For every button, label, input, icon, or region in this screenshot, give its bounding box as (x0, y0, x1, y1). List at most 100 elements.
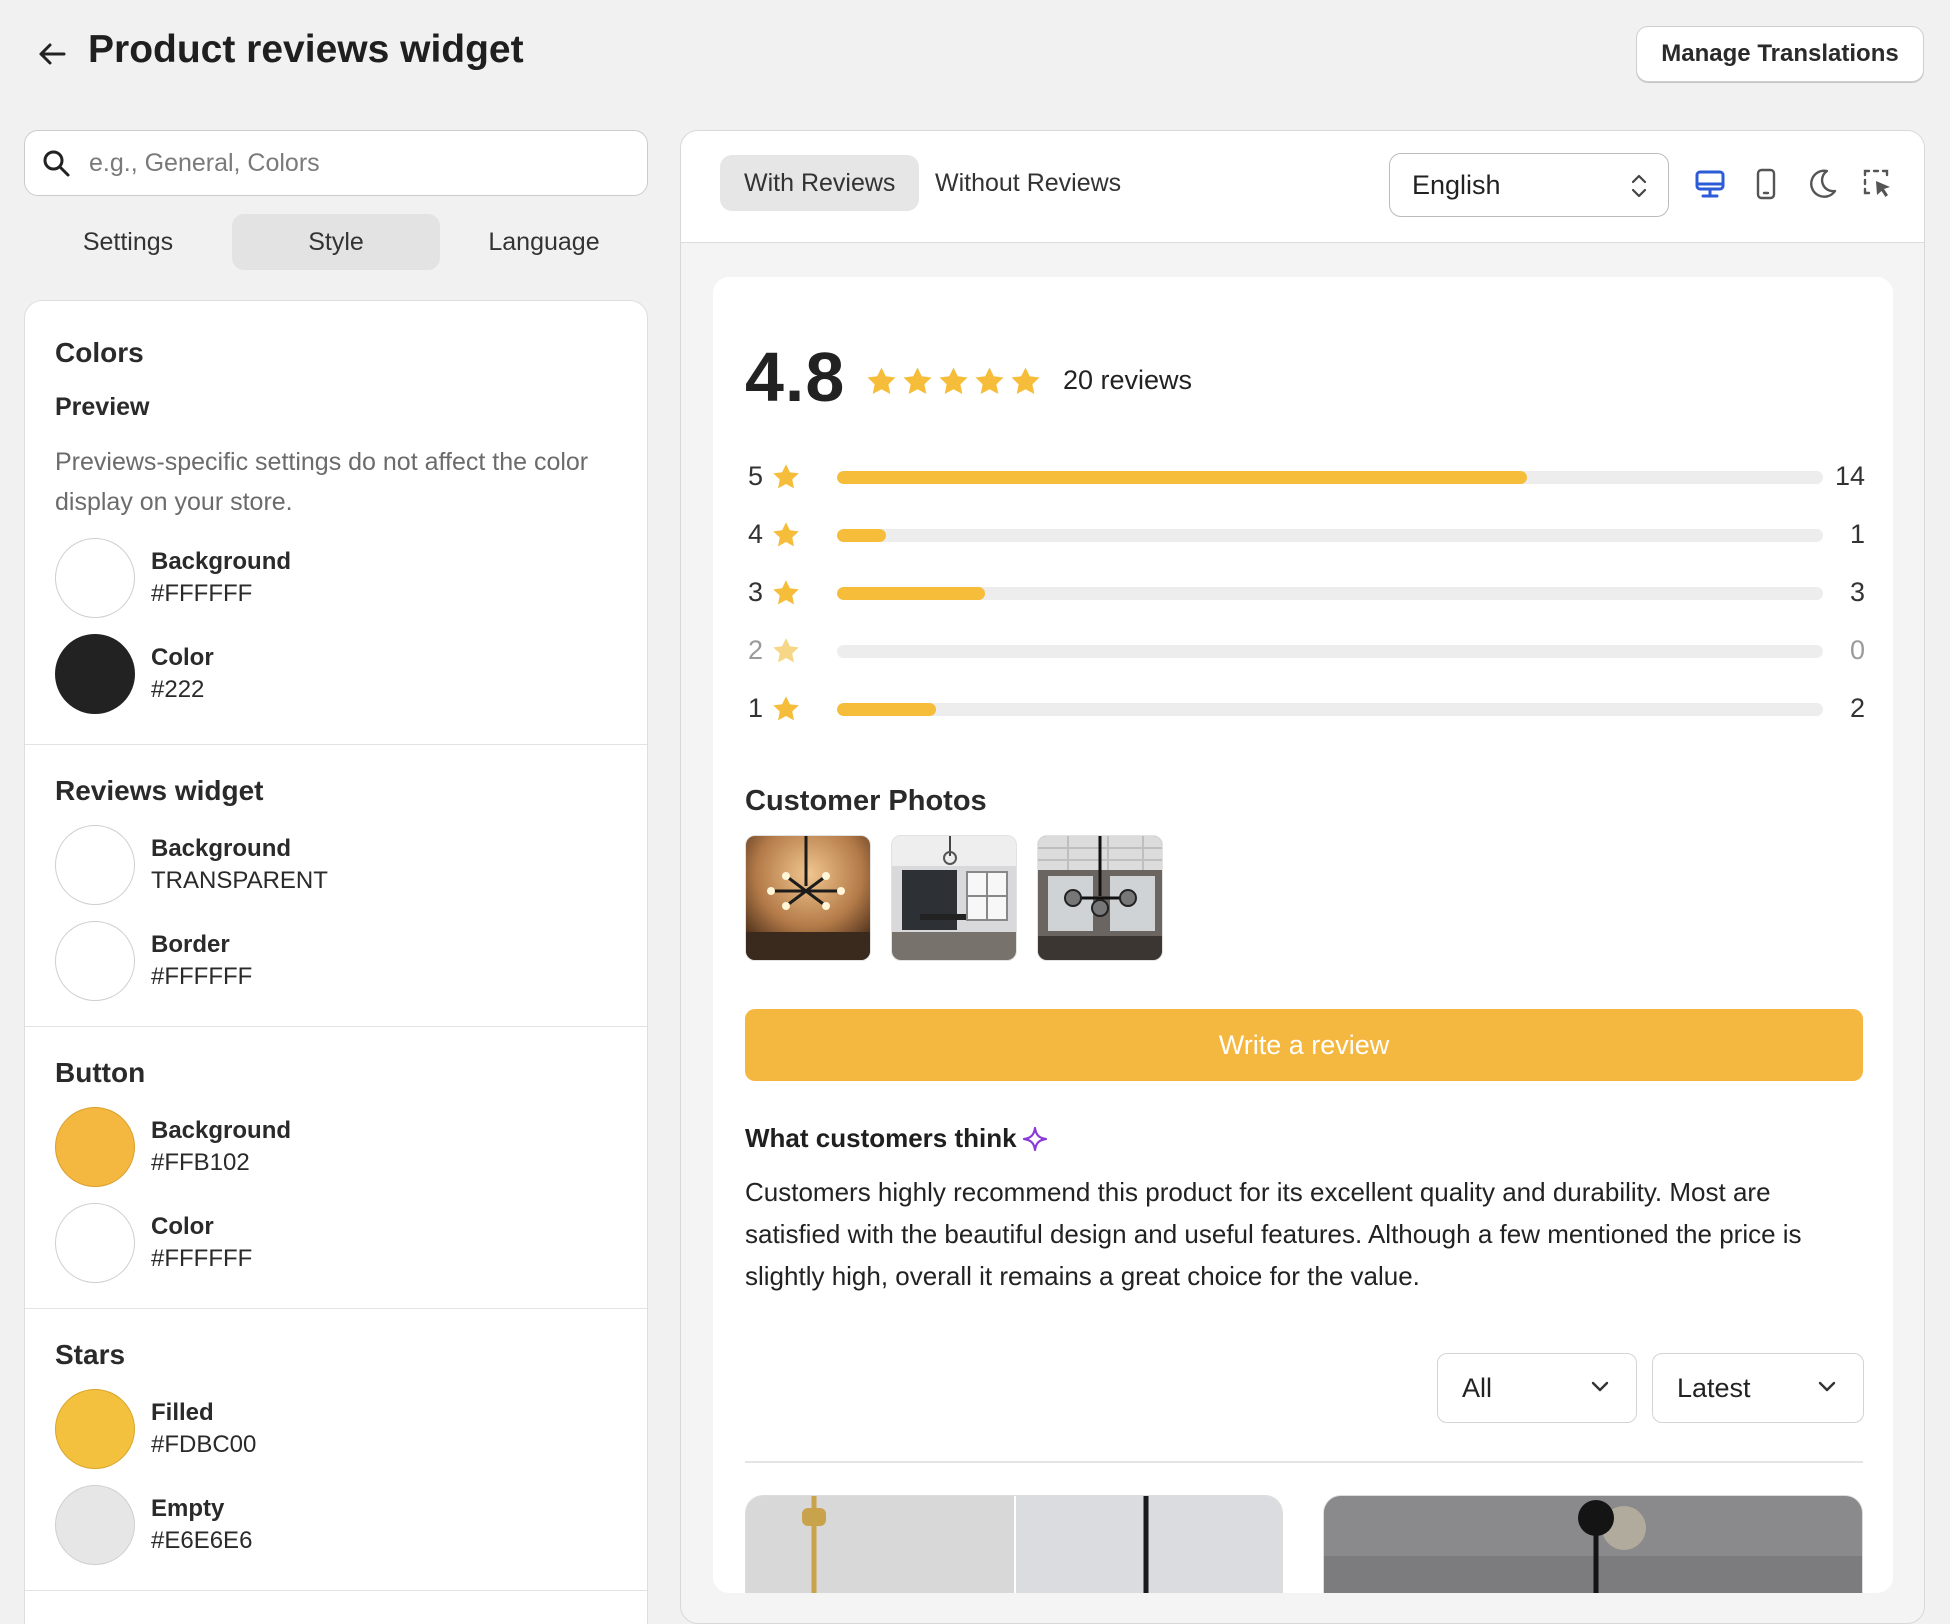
rating-count-label: 1 (1849, 519, 1865, 549)
widget-border-row[interactable]: Border #FFFFFF (55, 913, 617, 1009)
preview-subtitle: Preview (55, 393, 150, 421)
chevron-down-icon (1591, 1381, 1609, 1392)
rating-distribution-row[interactable]: 33 (745, 573, 1865, 613)
rating-distribution-row[interactable]: 20 (745, 631, 1865, 671)
mobile-icon[interactable] (1747, 165, 1785, 203)
divider (745, 1461, 1863, 1463)
star-icon (773, 638, 799, 663)
swatch-value: #E6E6E6 (151, 1527, 253, 1554)
tab-without-reviews[interactable]: Without Reviews (911, 155, 1145, 211)
button-background-row[interactable]: Background #FFB102 (55, 1099, 617, 1195)
swatch-label: Background (151, 548, 292, 575)
back-arrow-icon[interactable] (34, 36, 70, 72)
star-icon (903, 367, 932, 395)
stars-empty-row[interactable]: Empty #E6E6E6 (55, 1477, 617, 1573)
color-swatch[interactable] (55, 825, 135, 905)
search-input[interactable] (89, 148, 629, 178)
ai-summary-title-text: What customers think (745, 1123, 1017, 1153)
swatch-label: Empty (151, 1495, 225, 1522)
reviews-widget-section: Reviews widget Background TRANSPARENT Bo… (25, 745, 647, 1027)
ai-summary-text: Customers highly recommend this product … (745, 1177, 1802, 1291)
sparkle-icon (1022, 1126, 1047, 1151)
dark-mode-icon[interactable] (1803, 165, 1841, 203)
widget-preview-panel: With Reviews Without Reviews English 4.8 (680, 130, 1925, 1624)
rating-bar-track (837, 703, 1823, 716)
desktop-icon[interactable] (1691, 165, 1729, 203)
preview-description: Previews-specific settings do not affect… (55, 448, 589, 516)
swatch-label: Background (151, 1117, 292, 1144)
rating-distribution-row[interactable]: 12 (745, 689, 1865, 729)
button-color-row[interactable]: Color #FFFFFF (55, 1195, 617, 1291)
color-swatch[interactable] (55, 921, 135, 1001)
search-icon (43, 150, 70, 177)
preview-toolbar: With Reviews Without Reviews English (681, 131, 1924, 243)
colors-section: Colors Preview Previews-specific setting… (25, 301, 647, 745)
star-level-label: 2 (747, 635, 763, 665)
tab-with-reviews[interactable]: With Reviews (720, 155, 920, 211)
stars-section: Stars Filled #FDBC00 Empty #E6E6E6 (25, 1309, 647, 1591)
rating-filter-value: All (1462, 1372, 1493, 1403)
swatch-value: #FFFFFF (151, 580, 253, 607)
customer-photo[interactable] (891, 835, 1017, 961)
preview-background-row[interactable]: Background #FFFFFF (55, 530, 617, 626)
swatch-value: #FFFFFF (151, 963, 253, 990)
button-section: Button Background #FFB102 Color #FFFFFF (25, 1027, 647, 1309)
stars-filled-row[interactable]: Filled #FDBC00 (55, 1381, 617, 1477)
rating-bar-track (837, 587, 1823, 600)
star-icon (773, 522, 799, 547)
swatch-label: Border (151, 931, 230, 958)
select-arrows-icon (1631, 174, 1647, 198)
star-level-label: 4 (747, 519, 763, 549)
customer-photo[interactable] (745, 835, 871, 961)
star-icon (939, 367, 968, 395)
color-swatch[interactable] (55, 538, 135, 618)
ai-summary-title: What customers think (745, 1123, 1049, 1154)
rating-bar-track (837, 471, 1823, 484)
button-title: Button (55, 1057, 146, 1088)
rating-bar-fill (837, 703, 936, 716)
color-swatch[interactable] (55, 1107, 135, 1187)
rating-count-label: 2 (1849, 693, 1865, 723)
page-title: Product reviews widget (88, 28, 524, 71)
tab-settings[interactable]: Settings (24, 214, 232, 270)
star-level-label: 1 (747, 693, 763, 723)
color-swatch[interactable] (55, 1389, 135, 1469)
rating-bar-fill (837, 471, 1528, 484)
language-select[interactable]: English (1389, 153, 1669, 217)
star-level-label: 3 (747, 577, 763, 607)
rating-bar-track (837, 529, 1823, 542)
average-rating: 4.8 (745, 338, 846, 416)
write-review-button[interactable]: Write a review (745, 1009, 1863, 1081)
color-swatch[interactable] (55, 1485, 135, 1565)
rating-count-label: 3 (1849, 577, 1865, 607)
preview-color-row[interactable]: Color #222 (55, 626, 617, 722)
rating-distribution-row[interactable]: 5 14 (745, 457, 1865, 497)
color-swatch[interactable] (55, 634, 135, 714)
swatch-value: TRANSPARENT (151, 867, 328, 894)
swatch-label: Background (151, 835, 292, 862)
star-icon (773, 464, 799, 489)
swatch-label: Color (151, 644, 214, 671)
tab-language[interactable]: Language (440, 214, 648, 270)
manage-translations-button[interactable]: Manage Translations (1636, 26, 1924, 82)
sort-select[interactable]: Latest (1652, 1353, 1864, 1423)
tab-style[interactable]: Style (232, 214, 440, 270)
star-icon (773, 696, 799, 721)
color-swatch[interactable] (55, 1203, 135, 1283)
star-icon (773, 580, 799, 605)
rating-bar-fill (837, 529, 887, 542)
review-card[interactable] (745, 1495, 1283, 1593)
style-settings-panel: Colors Preview Previews-specific setting… (24, 300, 648, 1624)
rating-bar-fill (837, 587, 985, 600)
rating-distribution-row[interactable]: 41 (745, 515, 1865, 555)
rating-stars (865, 365, 1042, 398)
settings-search[interactable] (24, 130, 648, 196)
reviews-widget-title: Reviews widget (55, 775, 264, 806)
review-card[interactable] (1323, 1495, 1863, 1593)
swatch-value: #222 (151, 676, 205, 703)
swatch-value: #FFB102 (151, 1149, 250, 1176)
element-picker-icon[interactable] (1859, 165, 1897, 203)
rating-filter-select[interactable]: All (1437, 1353, 1637, 1423)
customer-photo[interactable] (1037, 835, 1163, 961)
widget-background-row[interactable]: Background TRANSPARENT (55, 817, 617, 913)
